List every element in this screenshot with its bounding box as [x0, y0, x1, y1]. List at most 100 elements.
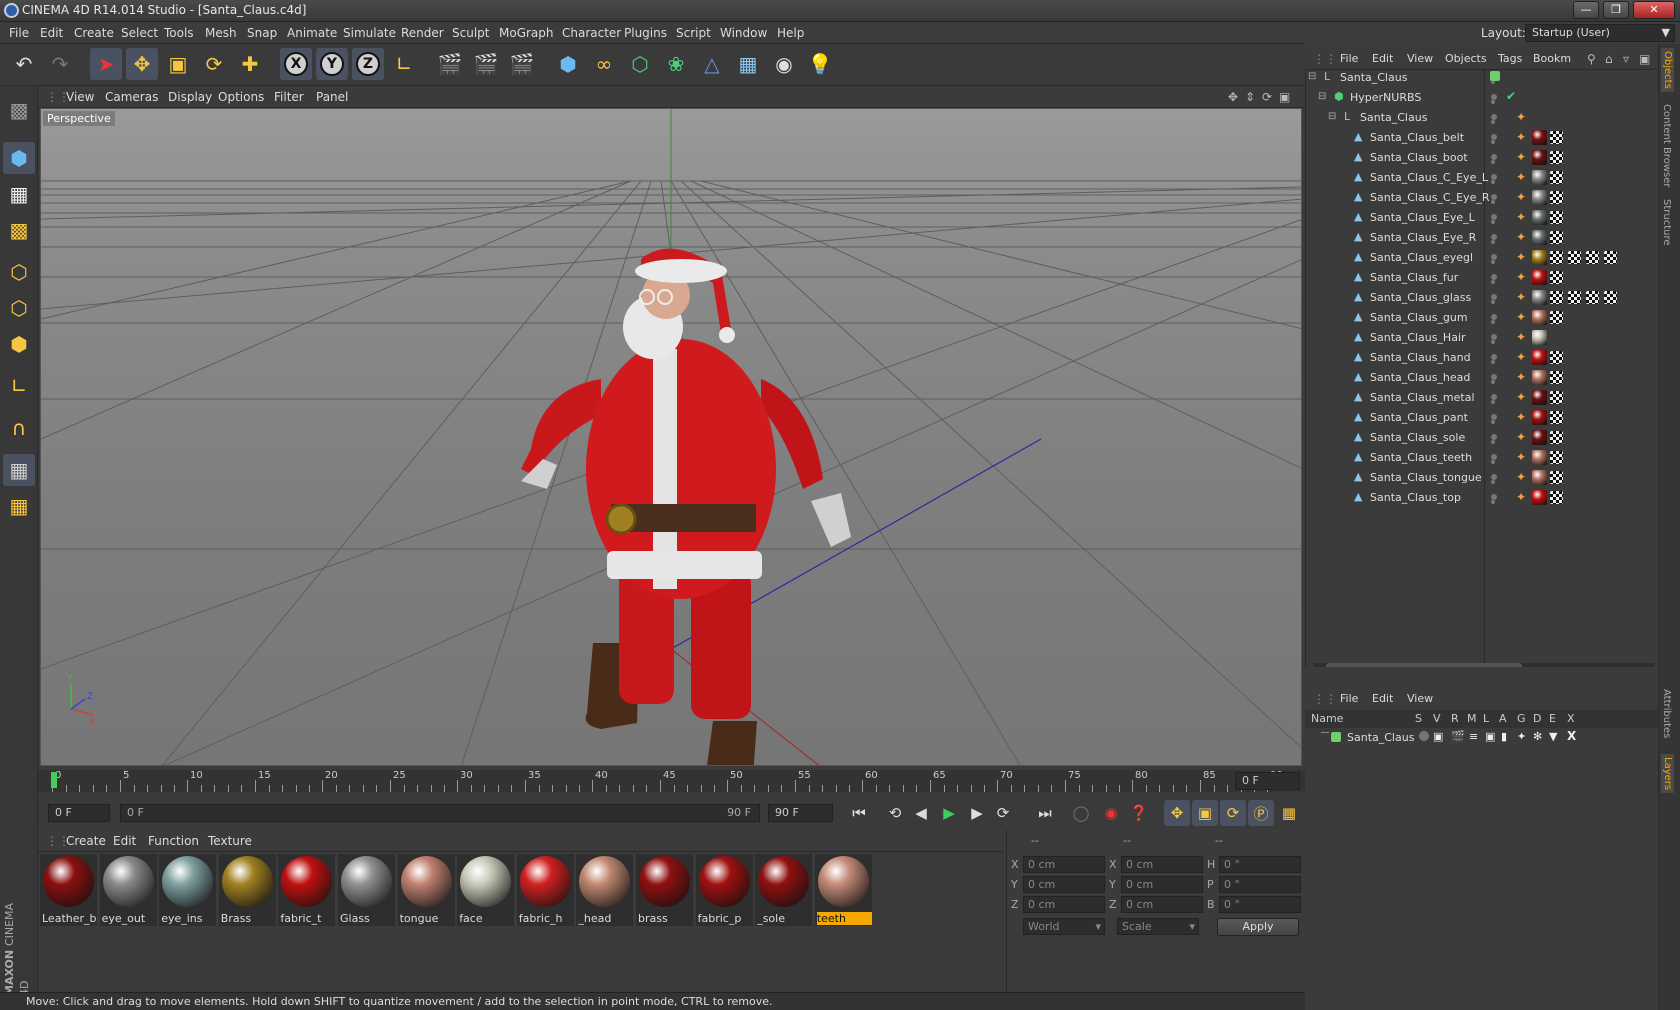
object-name[interactable]: Santa_Claus_top — [1370, 491, 1461, 504]
new-window-icon[interactable]: ▣ — [1639, 52, 1650, 66]
phong-tag-icon[interactable]: ✦ — [1516, 250, 1526, 264]
scale-tool-button[interactable]: ▣ — [162, 48, 194, 80]
render-visibility-dot[interactable] — [1491, 420, 1495, 424]
redo-button[interactable]: ↷ — [44, 48, 76, 80]
object-row[interactable]: ▲ Santa_Claus_boot ✦ — [1306, 148, 1658, 168]
material-tag-icon[interactable] — [1532, 150, 1547, 165]
material-swatch[interactable]: teeth — [814, 854, 872, 926]
phong-tag-icon[interactable]: ✦ — [1516, 110, 1526, 124]
phong-tag-icon[interactable]: ✦ — [1516, 270, 1526, 284]
material-tag-icon[interactable] — [1532, 450, 1547, 465]
material-tag-icon[interactable] — [1532, 210, 1547, 225]
expressions-icon[interactable]: ▼ — [1549, 730, 1557, 743]
uvw-tag-icon[interactable] — [1586, 291, 1599, 304]
key-rotation-button[interactable]: ⟳ — [1220, 800, 1246, 826]
phong-tag-icon[interactable]: ✦ — [1516, 210, 1526, 224]
phong-tag-icon[interactable]: ✦ — [1516, 330, 1526, 344]
render-visibility-dot[interactable] — [1491, 380, 1495, 384]
menu-mograph[interactable]: MoGraph — [499, 26, 554, 40]
uvw-tag-icon[interactable] — [1550, 411, 1563, 424]
layer-column-l[interactable]: L — [1483, 712, 1489, 725]
object-name[interactable]: Santa_Claus_tongue — [1370, 471, 1482, 484]
close-button[interactable]: ✕ — [1633, 1, 1675, 19]
size-x-field[interactable]: 0 cm — [1121, 856, 1203, 873]
object-name[interactable]: Santa_Claus_Eye_L — [1370, 211, 1475, 224]
object-row[interactable]: ▲ Santa_Claus_C_Eye_R ✦ — [1306, 188, 1658, 208]
menu-simulate[interactable]: Simulate — [343, 26, 396, 40]
render-visibility-dot[interactable] — [1491, 460, 1495, 464]
phong-tag-icon[interactable]: ✦ — [1516, 150, 1526, 164]
object-row[interactable]: ▲ Santa_Claus_tongue ✦ — [1306, 468, 1658, 488]
phong-tag-icon[interactable]: ✦ — [1516, 310, 1526, 324]
object-row[interactable]: ⊟ L Santa_Claus — [1306, 70, 1658, 88]
uvw-tag-icon[interactable] — [1550, 291, 1563, 304]
menu-character[interactable]: Character — [562, 26, 621, 40]
material-tag-icon[interactable] — [1532, 410, 1547, 425]
obj-menu-bookmarks[interactable]: Bookm — [1533, 52, 1571, 65]
apply-button[interactable]: Apply — [1217, 918, 1299, 936]
rotation-p-field[interactable]: 0 ° — [1219, 876, 1301, 893]
y-axis-lock-button[interactable]: Y — [316, 48, 348, 80]
deformers-icon[interactable]: ✻ — [1533, 730, 1542, 743]
uvw-tag-icon[interactable] — [1550, 351, 1563, 364]
end-frame-field[interactable]: 90 F — [768, 804, 833, 822]
uvw-tag-icon[interactable] — [1550, 431, 1563, 444]
array-button[interactable]: ❀ — [660, 48, 692, 80]
visibility-editor-icon[interactable]: ▣ — [1433, 730, 1443, 743]
phong-tag-icon[interactable]: ✦ — [1516, 350, 1526, 364]
uvw-tag-icon[interactable] — [1550, 471, 1563, 484]
menu-render[interactable]: Render — [401, 26, 444, 40]
workplane-lock-button[interactable]: ▦ — [3, 454, 35, 486]
object-row[interactable]: ▲ Santa_Claus_pant ✦ — [1306, 408, 1658, 428]
object-row[interactable]: ▲ Santa_Claus_gum ✦ — [1306, 308, 1658, 328]
object-name[interactable]: Santa_Claus_hand — [1370, 351, 1471, 364]
scrollbar-thumb[interactable] — [1326, 663, 1522, 667]
vp-menu-options[interactable]: Options — [218, 90, 264, 104]
material-tag-icon[interactable] — [1532, 250, 1547, 265]
z-axis-lock-button[interactable]: Z — [352, 48, 384, 80]
layer-browse-icon[interactable]: ▿ — [1623, 52, 1629, 66]
obj-menu-edit[interactable]: Edit — [1372, 52, 1393, 65]
vp-menu-filter[interactable]: Filter — [274, 90, 304, 104]
uvw-tag-icon[interactable] — [1550, 391, 1563, 404]
render-visibility-dot[interactable] — [1491, 360, 1495, 364]
spline-pen-button[interactable]: ∞ — [588, 48, 620, 80]
object-name[interactable]: Santa_Claus_Hair — [1370, 331, 1466, 344]
vp-menu-cameras[interactable]: Cameras — [105, 90, 158, 104]
material-tag-icon[interactable] — [1532, 270, 1547, 285]
object-name[interactable]: Santa_Claus_pant — [1370, 411, 1468, 424]
vp-menu-panel[interactable]: Panel — [316, 90, 348, 104]
render-visibility-dot[interactable] — [1491, 440, 1495, 444]
object-row[interactable]: ▲ Santa_Claus_Eye_R ✦ — [1306, 228, 1658, 248]
object-name[interactable]: Santa_Claus_Eye_R — [1370, 231, 1476, 244]
material-tag-icon[interactable] — [1532, 430, 1547, 445]
layer-column-v[interactable]: V — [1433, 712, 1441, 725]
menu-create[interactable]: Create — [74, 26, 114, 40]
object-row[interactable]: ▲ Santa_Claus_head ✦ — [1306, 368, 1658, 388]
menu-window[interactable]: Window — [720, 26, 767, 40]
material-tag-icon[interactable] — [1532, 330, 1547, 345]
prev-frame-button[interactable]: ◀ — [908, 800, 934, 826]
recent-tool-button[interactable]: ✚ — [234, 48, 266, 80]
mat-menu-texture[interactable]: Texture — [208, 834, 252, 848]
workplane-mode-button[interactable]: ▩ — [3, 214, 35, 246]
menu-script[interactable]: Script — [676, 26, 711, 40]
phong-tag-icon[interactable]: ✦ — [1516, 230, 1526, 244]
record-keys-button[interactable]: ◯ — [1068, 800, 1094, 826]
render-visibility-dot[interactable] — [1491, 180, 1495, 184]
home-icon[interactable]: ⌂ — [1605, 52, 1613, 66]
enabled-check-icon[interactable]: ✔ — [1506, 89, 1516, 103]
material-swatch[interactable]: Glass — [338, 854, 395, 926]
render-visibility-dot[interactable] — [1491, 120, 1495, 124]
cube-object-button[interactable]: ⬢ — [552, 48, 584, 80]
object-row[interactable]: ▲ Santa_Claus_sole ✦ — [1306, 428, 1658, 448]
size-z-field[interactable]: 0 cm — [1121, 896, 1203, 913]
uvw-tag-icon[interactable] — [1550, 211, 1563, 224]
layout-dropdown[interactable]: Startup (User) ▼ — [1525, 24, 1675, 42]
menu-plugins[interactable]: Plugins — [624, 26, 667, 40]
next-key-button[interactable]: ⟳ — [990, 800, 1016, 826]
material-tag-icon[interactable] — [1532, 390, 1547, 405]
menu-tools[interactable]: Tools — [164, 26, 194, 40]
render-visibility-dot[interactable] — [1491, 140, 1495, 144]
light-button[interactable]: 💡 — [804, 48, 836, 80]
